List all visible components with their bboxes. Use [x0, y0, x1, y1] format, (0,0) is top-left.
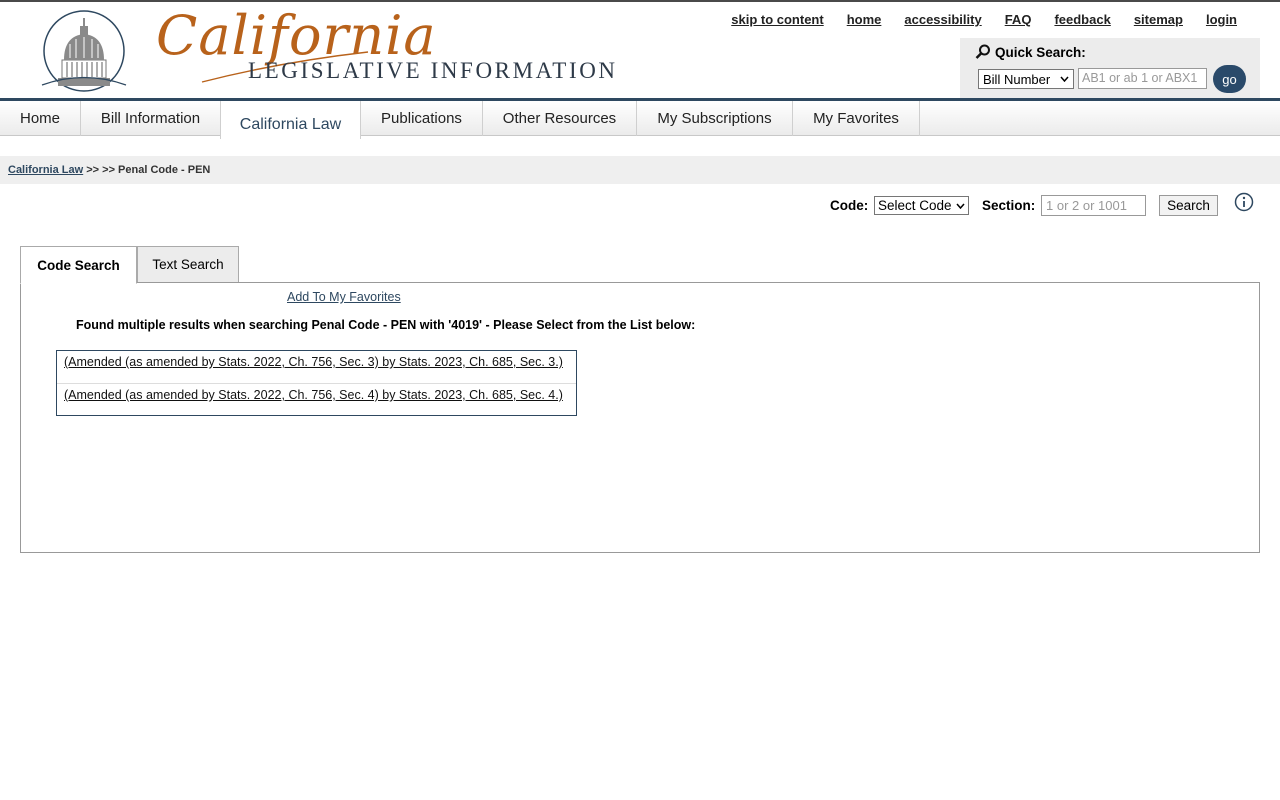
home-link[interactable]: home — [847, 12, 882, 27]
breadcrumb: California Law >> >> Penal Code - PEN — [0, 156, 1280, 184]
quick-search-type-select[interactable]: Bill Number — [978, 69, 1074, 89]
search-icon — [975, 44, 990, 59]
main-nav: Home Bill Information California Law Pub… — [0, 98, 1280, 139]
quick-search-type-value: Bill Number — [983, 71, 1051, 87]
search-button[interactable]: Search — [1159, 195, 1218, 216]
result-link[interactable]: (Amended (as amended by Stats. 2022, Ch.… — [64, 388, 563, 402]
result-link[interactable]: (Amended (as amended by Stats. 2022, Ch.… — [64, 355, 563, 369]
info-icon[interactable] — [1234, 192, 1254, 212]
skip-to-content-link[interactable]: skip to content — [731, 12, 823, 27]
results-panel: Add To My Favorites Found multiple resul… — [20, 282, 1260, 553]
code-label: Code: — [830, 198, 869, 213]
nav-other-resources[interactable]: Other Resources — [483, 101, 637, 136]
sitemap-link[interactable]: sitemap — [1134, 12, 1183, 27]
tab-text-search[interactable]: Text Search — [137, 246, 239, 283]
quick-search-box: Quick Search: Bill Number AB1 or ab 1 or… — [960, 38, 1260, 98]
accessibility-link[interactable]: accessibility — [904, 12, 981, 27]
tab-code-search[interactable]: Code Search — [20, 246, 137, 284]
chevron-down-icon — [956, 203, 965, 209]
feedback-link[interactable]: feedback — [1054, 12, 1110, 27]
chevron-down-icon — [1060, 76, 1069, 82]
faq-link[interactable]: FAQ — [1005, 12, 1032, 27]
nav-my-subscriptions[interactable]: My Subscriptions — [637, 101, 793, 136]
code-select-value: Select Code — [878, 198, 952, 213]
login-link[interactable]: login — [1206, 12, 1237, 27]
quick-search-title: Quick Search: — [975, 44, 1086, 60]
nav-my-favorites[interactable]: My Favorites — [793, 101, 920, 136]
site-header: California LEGISLATIVE INFORMATION skip … — [0, 2, 1280, 98]
section-label: Section: — [982, 198, 1036, 213]
add-to-favorites-link[interactable]: Add To My Favorites — [287, 290, 401, 304]
quick-search-label: Quick Search: — [995, 44, 1086, 60]
results-list: (Amended (as amended by Stats. 2022, Ch.… — [56, 350, 577, 416]
list-item: (Amended (as amended by Stats. 2022, Ch.… — [57, 383, 576, 415]
breadcrumb-trail: >> >> Penal Code - PEN — [83, 164, 211, 176]
quick-search-go-button[interactable]: go — [1213, 65, 1246, 93]
breadcrumb-california-law-link[interactable]: California Law — [8, 164, 83, 176]
code-select[interactable]: Select Code — [874, 196, 969, 215]
nav-publications[interactable]: Publications — [361, 101, 483, 136]
quick-search-input[interactable]: AB1 or ab 1 or ABX1 — [1078, 68, 1207, 89]
logo-subtitle: LEGISLATIVE INFORMATION — [248, 58, 618, 83]
results-message: Found multiple results when searching Pe… — [76, 318, 696, 332]
utility-links: skip to content home accessibility FAQ f… — [731, 12, 1237, 27]
capitol-dome-logo — [41, 10, 127, 92]
nav-california-law[interactable]: California Law — [220, 101, 361, 139]
section-input[interactable]: 1 or 2 or 1001 — [1041, 195, 1146, 216]
list-item: (Amended (as amended by Stats. 2022, Ch.… — [57, 351, 576, 383]
nav-bill-information[interactable]: Bill Information — [81, 101, 221, 136]
nav-home[interactable]: Home — [0, 101, 81, 136]
